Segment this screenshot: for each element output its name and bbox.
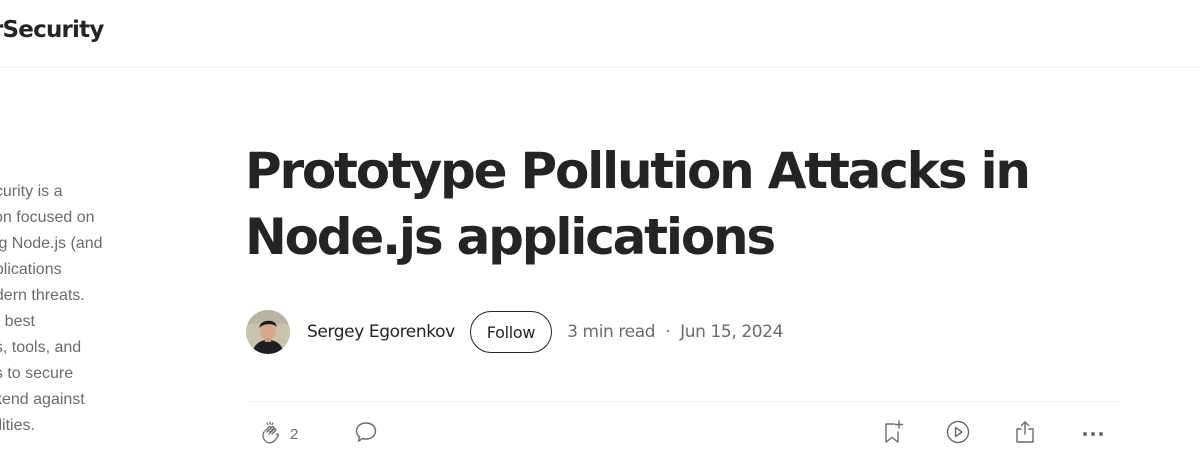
description-line: ing Node.js (and — [0, 235, 103, 252]
comment-button[interactable] — [353, 419, 379, 445]
description-line: ecurity is a — [0, 183, 63, 200]
title-line: Node.js applications — [245, 208, 776, 266]
listen-play-icon — [946, 420, 970, 444]
action-bar: 2 — [246, 401, 1120, 461]
description-line: er best — [0, 313, 35, 330]
listen-button[interactable] — [945, 419, 971, 445]
article-title: Prototype Pollution Attacks in Node.js a… — [245, 138, 1045, 270]
article-meta: 3 min read · Jun 15, 2024 — [567, 322, 783, 342]
clap-button[interactable]: 2 — [258, 419, 298, 445]
description-line: es to secure — [0, 365, 74, 382]
comment-icon — [355, 422, 377, 442]
clap-count: 2 — [290, 425, 299, 443]
title-line: Prototype Pollution Attacks in — [245, 142, 1031, 200]
publish-date: Jun 15, 2024 — [680, 322, 783, 342]
meta-separator: · — [665, 322, 671, 342]
description-line: odern threats. — [0, 287, 85, 304]
description-line: pplications — [0, 261, 62, 278]
more-button[interactable] — [1080, 419, 1106, 445]
description-line: ckend against — [0, 391, 85, 408]
clap-icon — [262, 421, 279, 444]
top-bar: rSecurity — [0, 0, 1200, 68]
save-button[interactable] — [880, 419, 906, 445]
publication-name[interactable]: rSecurity — [0, 17, 104, 43]
share-button[interactable] — [1012, 419, 1038, 445]
more-icon — [1083, 432, 1103, 436]
share-icon — [1016, 421, 1034, 443]
avatar-image — [246, 310, 290, 354]
description-line: bilities. — [0, 417, 35, 434]
byline: Sergey Egorenkov Follow 3 min read · Jun 1… — [246, 310, 946, 354]
bookmark-add-icon — [885, 420, 904, 443]
description-line: es, tools, and — [0, 339, 82, 356]
author-name[interactable]: Sergey Egorenkov — [307, 322, 455, 342]
read-time: 3 min read — [567, 322, 656, 342]
description-line: tion focused on — [0, 209, 95, 226]
author-avatar[interactable] — [246, 310, 290, 354]
publication-description: ecurity is a tion focused on ing Node.js… — [0, 179, 136, 439]
follow-button[interactable]: Follow — [469, 311, 553, 353]
